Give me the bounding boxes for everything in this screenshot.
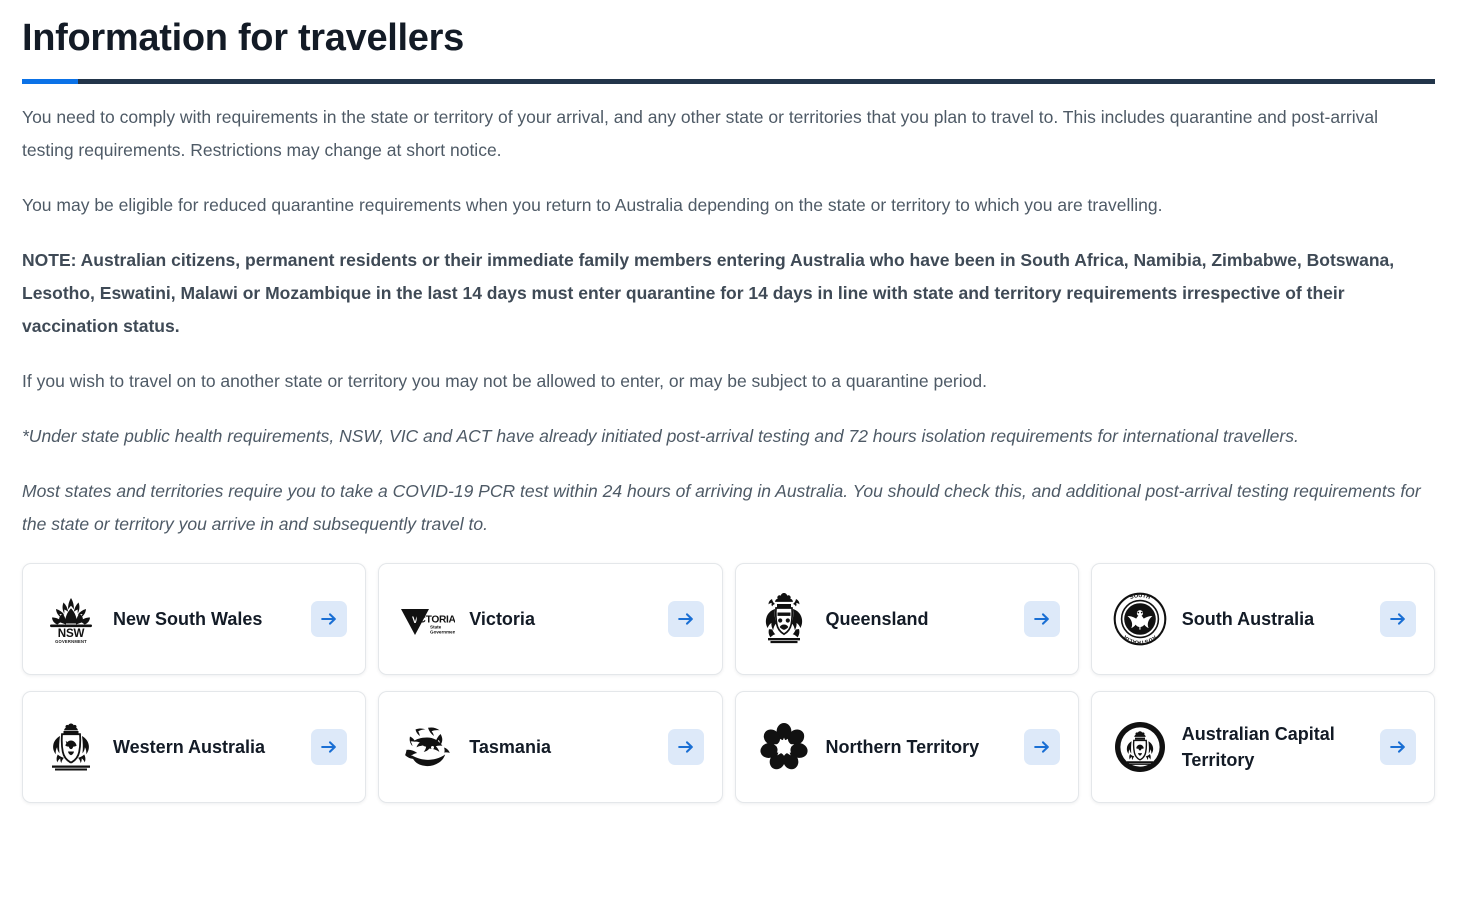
page-title: Information for travellers [22,17,464,59]
svg-text:AUSTRALIA: AUSTRALIA [1122,633,1157,644]
title-divider [22,78,1435,84]
state-card-tasmania[interactable]: Tasmania [378,690,723,803]
state-card-label: Australian Capital Territory [1181,723,1335,770]
state-card-label: Western Australia [113,736,266,757]
act-circular-coat-of-arms-logo [1112,719,1168,775]
state-card-label: Tasmania [469,736,551,757]
state-card-australian-capital-territory[interactable]: Australian Capital Territory [1090,690,1435,803]
paragraph-travel-on: If you wish to travel on to another stat… [22,370,987,391]
paragraph-reduced-quarantine: You may be eligible for reduced quaranti… [22,194,1163,215]
arrow-right-icon[interactable] [1380,600,1416,637]
queensland-coat-of-arms-logo [756,591,812,647]
northern-territory-desert-rose-logo [756,719,812,775]
state-card-south-australia[interactable]: SOUTH AUSTRALIA South Australia [1090,562,1435,675]
state-card-label: Victoria [469,608,535,629]
state-card-victoria[interactable]: V ICTORIA State Government Victoria [378,562,723,675]
svg-text:Government: Government [430,629,455,634]
state-card-northern-territory[interactable]: Northern Territory [734,690,1079,803]
paragraph-state-health-footnote: *Under state public health requirements,… [22,425,1299,446]
state-card-queensland[interactable]: Queensland [734,562,1079,675]
state-card-label: Queensland [825,608,929,629]
paragraph-comply: You need to comply with requirements in … [22,106,1378,160]
page-root: Information for travellers You need to c… [0,17,1457,803]
south-australia-circular-badge-logo: SOUTH AUSTRALIA [1112,591,1168,647]
state-card-label: South Australia [1181,608,1315,629]
arrow-right-icon[interactable] [667,600,704,637]
victoria-triangle-logo: V ICTORIA State Government [399,591,455,647]
state-card-label: New South Wales [113,608,263,629]
paragraph-pcr-test: Most states and territories require you … [22,480,1421,534]
arrow-right-icon[interactable] [311,728,348,765]
arrow-right-icon[interactable] [1380,728,1416,765]
title-accent-bar [22,78,78,84]
svg-text:GOVERNMENT: GOVERNMENT [55,639,87,644]
arrow-right-icon[interactable] [667,728,704,765]
state-card-new-south-wales[interactable]: NSW GOVERNMENT New South Wales [22,562,367,675]
arrow-right-icon[interactable] [311,600,348,637]
arrow-right-icon[interactable] [1023,600,1060,637]
western-australia-coat-of-arms-logo [43,719,99,775]
state-card-label: Northern Territory [825,736,980,757]
tasmania-devil-logo [399,719,455,775]
body-copy: You need to comply with requirements in … [22,101,1435,541]
state-card-western-australia[interactable]: Western Australia [22,690,367,803]
state-territory-card-grid: NSW GOVERNMENT New South Wales V ICTORIA [22,562,1435,803]
nsw-waratah-logo: NSW GOVERNMENT [43,591,99,647]
arrow-right-icon[interactable] [1023,728,1060,765]
paragraph-note: NOTE: Australian citizens, permanent res… [22,249,1395,336]
